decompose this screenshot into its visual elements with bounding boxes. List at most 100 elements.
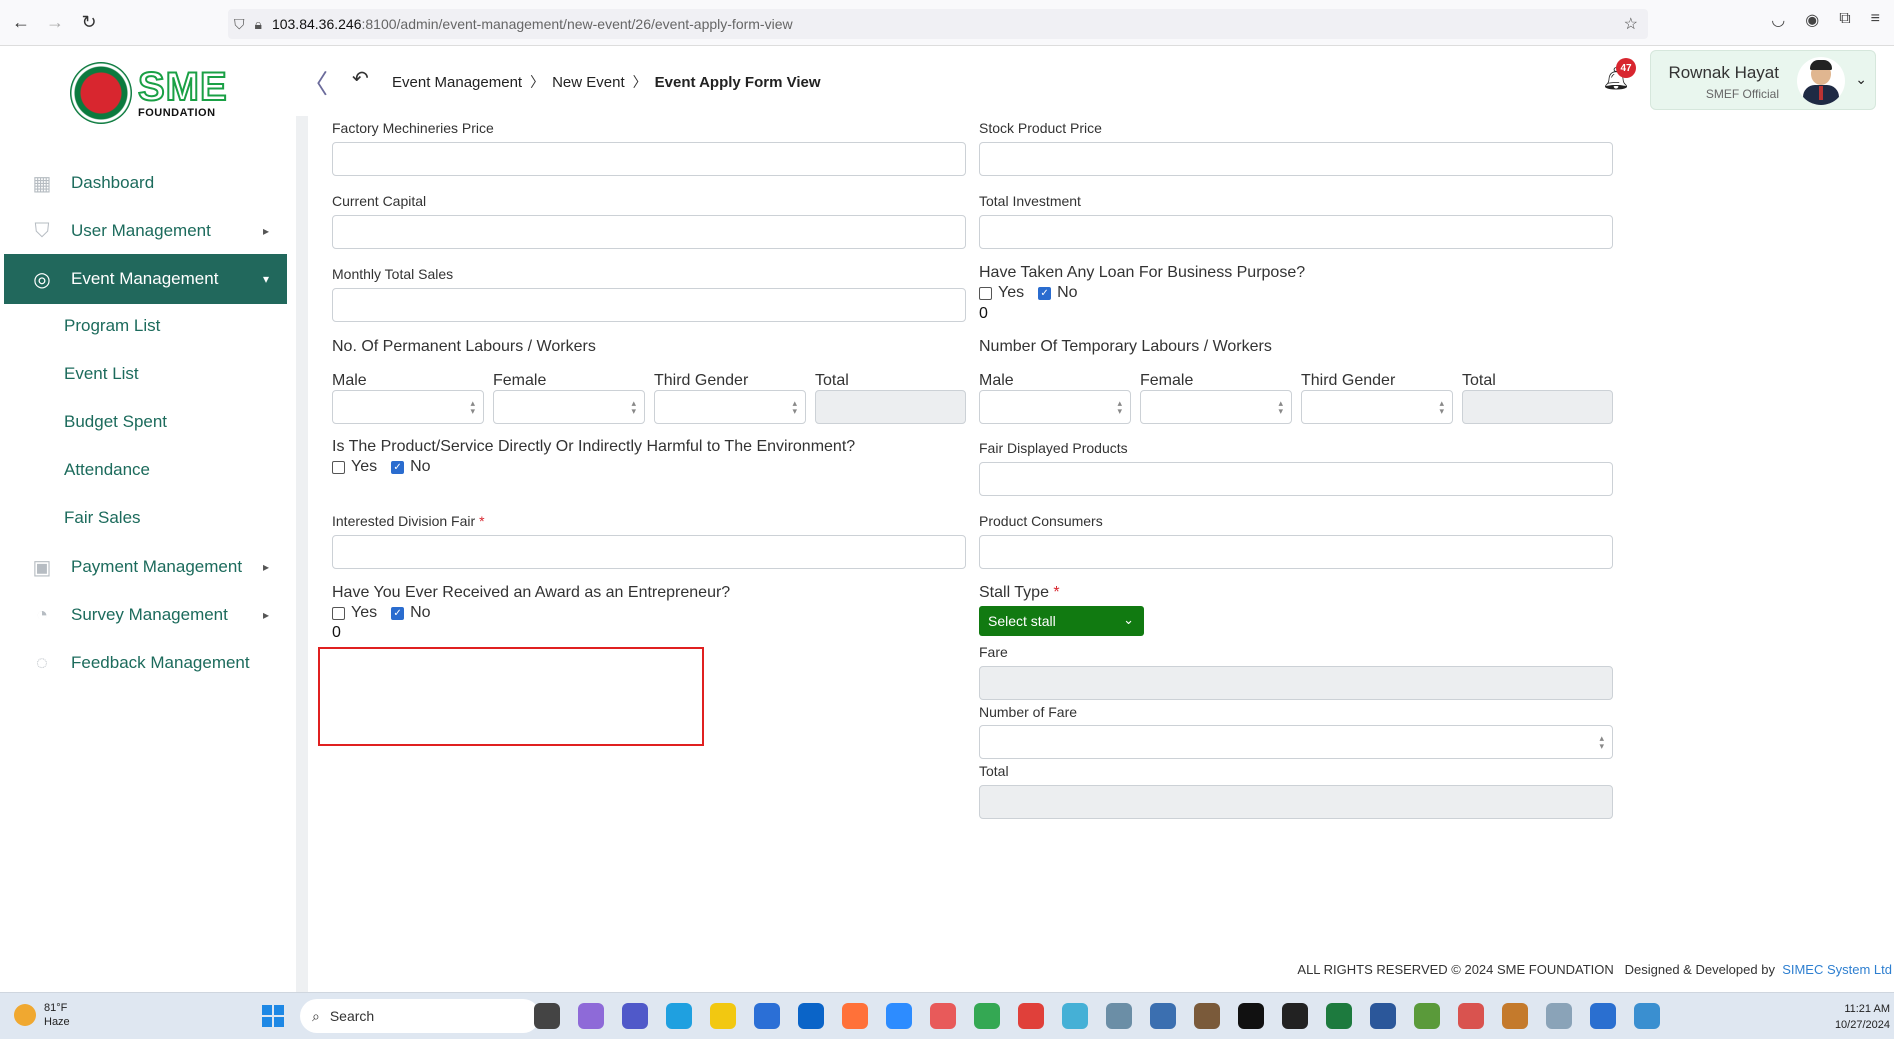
loan-yes-checkbox[interactable] [979, 286, 992, 300]
file-explorer-icon[interactable] [710, 1003, 736, 1029]
award-no-checkbox[interactable]: ✓ [391, 606, 405, 620]
sidebar-subitem-fair-sales[interactable]: Fair Sales [64, 508, 141, 528]
perm-third-gender-input[interactable]: ▴ ▾ [654, 390, 806, 424]
sidebar-subitem-program-list[interactable]: Program List [64, 316, 160, 336]
breadcrumb-event-management[interactable]: Event Management [392, 74, 522, 91]
fair-displayed-products-input[interactable] [979, 462, 1613, 496]
label-total-fare: Total [979, 763, 1009, 779]
app-shark-icon[interactable] [1590, 1003, 1616, 1029]
spinner-icon[interactable]: ▴ ▾ [470, 399, 475, 416]
loan-no-checkbox[interactable]: ✓ [1038, 286, 1052, 300]
chrome-icon[interactable] [974, 1003, 1000, 1029]
skype-icon[interactable] [930, 1003, 956, 1029]
sidebar-subitem-event-list[interactable]: Event List [64, 364, 139, 384]
photos-icon[interactable] [1194, 1003, 1220, 1029]
number-of-fare-input[interactable]: ▴ ▾ [979, 725, 1613, 759]
windows-start-icon[interactable] [262, 1005, 284, 1027]
sidebar-subitem-attendance[interactable]: Attendance [64, 460, 150, 480]
sme-foundation-logo[interactable]: SME FOUNDATION [70, 62, 228, 124]
sidebar-item-event-management[interactable]: ◎ Event Management ▾ [4, 254, 287, 304]
forward-arrow-icon[interactable]: → [42, 10, 68, 36]
notepad-icon[interactable] [1414, 1003, 1440, 1029]
sidebar-item-user-management[interactable]: ⛉ User Management ▸ [4, 206, 287, 256]
weather-widget[interactable]: 81°F Haze [14, 1001, 70, 1029]
terminal-icon[interactable] [1282, 1003, 1308, 1029]
snip-icon[interactable] [1458, 1003, 1484, 1029]
label-stock-price: Stock Product Price [979, 120, 1102, 136]
bookmark-star-icon[interactable]: ☆ [1624, 14, 1638, 34]
extensions-icon[interactable]: ⧉ [1839, 10, 1850, 30]
sidebar-item-dashboard[interactable]: ▦ Dashboard [4, 158, 287, 208]
spinner-icon[interactable]: ▴ ▾ [631, 399, 636, 416]
sidebar-subitem-budget-spent[interactable]: Budget Spent [64, 412, 167, 432]
chrome-canary-icon[interactable] [1018, 1003, 1044, 1029]
weather-temp: 81°F [44, 1002, 68, 1014]
sidebar-item-label: Dashboard [71, 173, 155, 192]
firefox-icon[interactable] [842, 1003, 868, 1029]
store-icon[interactable] [754, 1003, 780, 1029]
stall-type-select[interactable]: Select stall ⌄ [979, 606, 1144, 636]
product-consumers-input[interactable] [979, 535, 1613, 569]
taskbar-search[interactable]: ⌕ Search [300, 999, 540, 1033]
zoom-icon[interactable] [886, 1003, 912, 1029]
label-perm-total: Total [815, 372, 849, 389]
teams-icon[interactable] [622, 1003, 648, 1029]
app-icon[interactable] [1062, 1003, 1088, 1029]
sidebar-item-feedback-management[interactable]: ◌ Feedback Management [4, 638, 287, 688]
content-gutter [296, 116, 308, 992]
logo-brand: SME [137, 65, 228, 109]
copilot-icon[interactable] [578, 1003, 604, 1029]
menu-icon[interactable]: ≡ [1871, 10, 1880, 30]
total-investment-input[interactable] [979, 215, 1613, 249]
collapse-sidebar-icon[interactable]: 〈 [302, 64, 328, 101]
label-temp-total: Total [1462, 372, 1496, 389]
perm-female-input[interactable]: ▴ ▾ [493, 390, 645, 424]
stock-price-input[interactable] [979, 142, 1613, 176]
back-icon[interactable]: ↶ [352, 66, 369, 91]
task-view-icon[interactable] [534, 1003, 560, 1029]
perm-male-input[interactable]: ▴ ▾ [332, 390, 484, 424]
bangladesh-emblem-icon [70, 62, 132, 124]
interested-division-fair-input[interactable] [332, 535, 966, 569]
network-icon[interactable] [1106, 1003, 1132, 1029]
temp-third-gender-input[interactable]: ▴ ▾ [1301, 390, 1453, 424]
temp-female-input[interactable]: ▴ ▾ [1140, 390, 1292, 424]
spinner-icon[interactable]: ▴ ▾ [1439, 399, 1444, 416]
label-perm-male: Male [332, 372, 367, 389]
pocket-icon[interactable]: ◡ [1771, 10, 1785, 30]
harmful-yes-checkbox[interactable] [332, 460, 345, 474]
spinner-icon[interactable]: ▴ ▾ [1599, 734, 1604, 751]
harmful-no-checkbox[interactable]: ✓ [391, 460, 405, 474]
edge-dev-icon[interactable] [1634, 1003, 1660, 1029]
temp-male-input[interactable]: ▴ ▾ [979, 390, 1131, 424]
spinner-icon[interactable]: ▴ ▾ [1117, 399, 1122, 416]
word-icon[interactable] [1370, 1003, 1396, 1029]
spinner-icon[interactable]: ▴ ▾ [1278, 399, 1283, 416]
sidebar-item-payment-management[interactable]: ▣ Payment Management ▸ [4, 542, 287, 592]
edge-icon[interactable] [666, 1003, 692, 1029]
tool-icon[interactable] [1502, 1003, 1528, 1029]
footer-company-link[interactable]: SIMEC System Ltd [1782, 962, 1892, 977]
reload-icon[interactable]: ↻ [76, 10, 102, 36]
monthly-sales-input[interactable] [332, 288, 966, 322]
stall-type-value: Select stall [988, 613, 1056, 629]
intellij-icon[interactable] [1238, 1003, 1264, 1029]
loan-yes-label: Yes [998, 284, 1025, 301]
address-bar[interactable]: ⛉ 🔒︎ 103.84.36.246:8100/admin/event-mana… [228, 9, 1648, 39]
weather-condition: Haze [44, 1016, 70, 1028]
current-capital-input[interactable] [332, 215, 966, 249]
award-yes-checkbox[interactable] [332, 606, 345, 620]
remote-icon[interactable] [1546, 1003, 1572, 1029]
account-icon[interactable]: ◉ [1805, 10, 1819, 30]
user-menu[interactable]: Rownak Hayat SMEF Official ⌄ [1650, 50, 1876, 110]
outlook-icon[interactable] [798, 1003, 824, 1029]
caret-right-icon: ▸ [262, 224, 269, 238]
breadcrumb-new-event[interactable]: New Event [552, 74, 625, 91]
back-arrow-icon[interactable]: ← [8, 10, 34, 36]
sidebar-item-survey-management[interactable]: ◔ Survey Management ▸ [4, 590, 287, 640]
spinner-icon[interactable]: ▴ ▾ [792, 399, 797, 416]
system-clock[interactable]: 11:21 AM 10/27/2024 [1835, 1001, 1890, 1033]
onedrive-icon[interactable] [1150, 1003, 1176, 1029]
excel-icon[interactable] [1326, 1003, 1352, 1029]
factory-price-input[interactable] [332, 142, 966, 176]
